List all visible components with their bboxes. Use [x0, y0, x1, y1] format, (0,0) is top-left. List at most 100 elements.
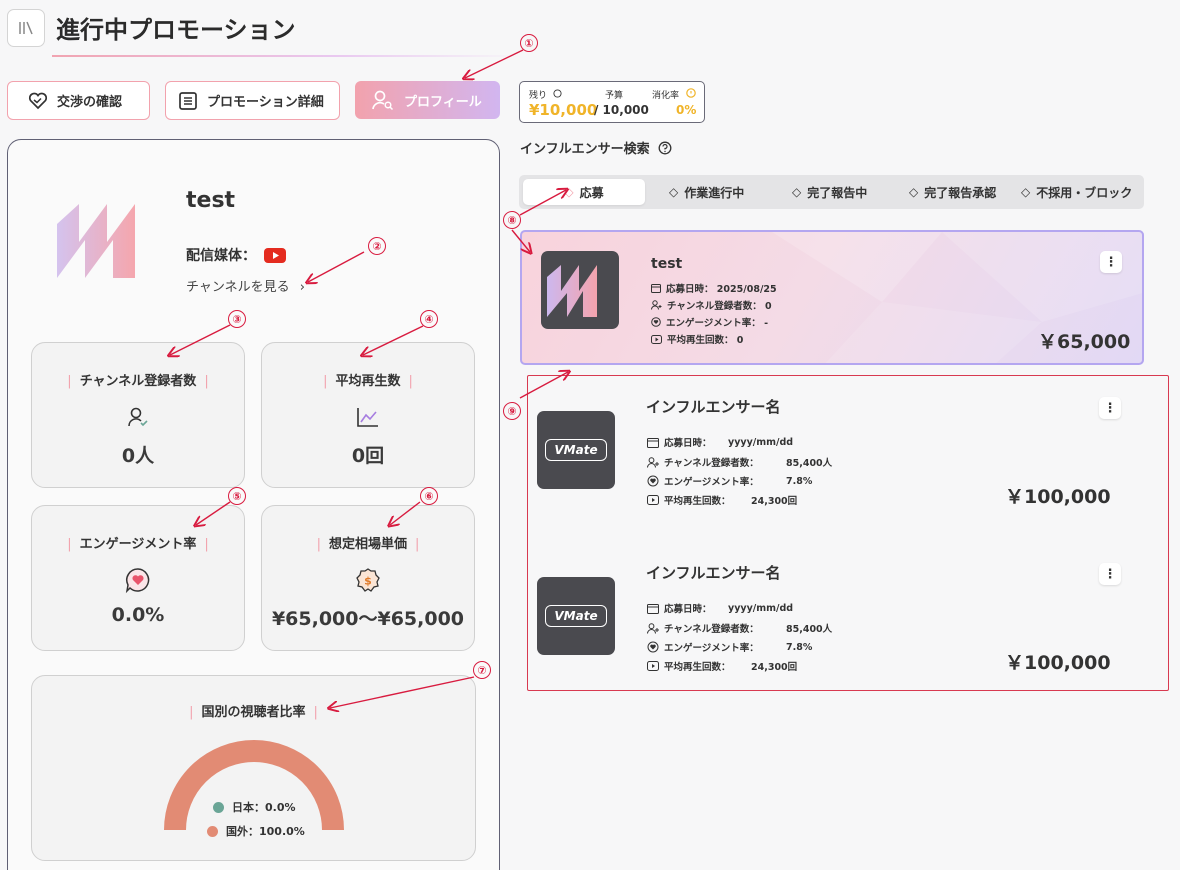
- average-views-label: 平均再生回数：: [664, 496, 731, 507]
- subscriber-count-label: チャンネル登録者数：: [664, 624, 759, 635]
- annotation-2: ②: [368, 237, 386, 255]
- negotiation-tab-button[interactable]: 交渉の確認: [7, 81, 150, 120]
- vmate-logo: VMate: [537, 577, 615, 655]
- more-options-button[interactable]: ⋮: [1099, 397, 1121, 419]
- tab-report-pending-label: 完了報告中: [807, 185, 868, 200]
- handshake-heart-icon: [28, 92, 48, 109]
- legend-dot-japan: [213, 801, 224, 813]
- engagement-rate-label: エンゲージメント率：: [664, 477, 759, 488]
- stat-value: 0.0%: [111, 604, 165, 626]
- donut-slice-1: [164, 740, 344, 831]
- annotation-5: ⑤: [228, 487, 246, 505]
- heart-bubble-icon: [651, 317, 661, 327]
- average-views: 平均再生回数： 24,300回: [647, 493, 797, 507]
- tab-in-progress-label: 作業進行中: [684, 185, 745, 200]
- legend-dot-overseas: [207, 825, 218, 837]
- heart-bubble-icon: [647, 475, 659, 487]
- stat-label: 平均再生数: [262, 370, 474, 389]
- more-options-button[interactable]: ⋮: [1100, 251, 1122, 273]
- stat-value: 0人: [121, 445, 155, 467]
- diamond-icon: ◇: [792, 185, 802, 199]
- kebab-menu-icon: ⋮: [1103, 566, 1117, 582]
- warning-info-icon: [686, 88, 696, 98]
- stat-value: 0回: [351, 445, 385, 467]
- profile-tab-button[interactable]: プロフィール: [355, 81, 500, 119]
- legend-japan: 日本：0.0%: [213, 799, 296, 815]
- card-price: ￥100,000: [1005, 652, 1111, 674]
- dollar-badge-icon: $: [353, 565, 383, 595]
- menu-button[interactable]: [7, 9, 45, 47]
- average-views: 平均再生回数： 24,300回: [647, 659, 797, 673]
- legend-japan-label: 日本：0.0%: [232, 801, 296, 814]
- kebab-menu-icon: ⋮: [1103, 400, 1117, 416]
- vmate-logo-text: VMate: [545, 605, 607, 627]
- heart-bubble-icon: [647, 641, 659, 653]
- average-views-value: 24,300回: [751, 662, 798, 673]
- tab-rejected-blocked-label: 不採用・ブロック: [1036, 185, 1133, 200]
- subscriber-count-text: チャンネル登録者数： 0: [667, 301, 772, 312]
- influencer-name: インフルエンサー名: [646, 398, 781, 416]
- budget-summary: 残り ¥10,000 予算 / 10,000 消化率 0%: [519, 81, 705, 123]
- vmate-logo-text: VMate: [545, 439, 607, 461]
- subscriber-count: チャンネル登録者数： 0: [651, 298, 772, 312]
- promotion-details-tab-label: プロモーション詳細: [207, 95, 324, 110]
- influencer-card-selected[interactable]: test 応募日時： 2025/08/25 チャンネル登録者数： 0 エンゲージ…: [520, 230, 1144, 365]
- info-bubble-icon: [553, 89, 562, 98]
- country-ratio-card: 国別の視聴者比率 日本：0.0% 国外：100.0%: [31, 675, 476, 861]
- annotation-9: ⑨: [503, 402, 521, 420]
- tab-rejected-blocked[interactable]: ◇ 不採用・ブロック: [1021, 179, 1132, 205]
- view-channel-link[interactable]: チャンネルを見る ›: [186, 276, 305, 295]
- application-date-label: 応募日時：: [664, 604, 712, 615]
- annotation-8: ⑧: [503, 211, 521, 229]
- tab-applications[interactable]: ◇ 応募: [523, 179, 645, 205]
- application-date: 応募日時： 2025/08/25: [651, 281, 777, 295]
- vm-brand-logo: [57, 204, 135, 278]
- engagement-rate-value: 7.8%: [786, 475, 813, 487]
- user-check-icon: [123, 402, 153, 432]
- kebab-menu-icon: ⋮: [1104, 254, 1118, 270]
- vm-brand-logo: [547, 265, 597, 317]
- average-views-label: 平均再生回数：: [664, 662, 731, 673]
- application-date: 応募日時： yyyy/mm/dd: [647, 601, 793, 615]
- heart-bubble-icon: [123, 565, 153, 595]
- budget-value: / 10,000: [594, 103, 649, 117]
- line-chart-icon: [353, 402, 383, 432]
- tab-in-progress[interactable]: ◇ 作業進行中: [669, 179, 744, 205]
- average-views: 平均再生回数： 0: [651, 332, 743, 346]
- media-row: 配信媒体：: [186, 245, 286, 265]
- stat-label: エンゲージメント率: [32, 533, 244, 552]
- average-views-card: 平均再生数 0回: [261, 342, 475, 488]
- user-plus-icon: [651, 300, 662, 310]
- youtube-icon[interactable]: [264, 247, 286, 263]
- influencer-avatar: [541, 251, 619, 329]
- engagement-rate: エンゲージメント率： 7.8%: [647, 474, 812, 488]
- annotation-4: ④: [420, 310, 438, 328]
- play-icon: [647, 661, 659, 671]
- engagement-rate-value: 7.8%: [786, 641, 813, 653]
- calendar-icon: [647, 437, 659, 448]
- user-plus-icon: [647, 622, 659, 634]
- consumption-rate-value: 0%: [676, 103, 697, 117]
- title-underline: [52, 55, 522, 57]
- svg-text:$: $: [364, 575, 372, 588]
- application-date-label: 応募日時：: [664, 438, 712, 449]
- engagement-rate: エンゲージメント率： 7.8%: [647, 640, 812, 654]
- country-ratio-chart: [164, 740, 344, 831]
- play-icon: [647, 495, 659, 505]
- application-date-text: 応募日時： 2025/08/25: [666, 284, 777, 295]
- engagement-rate: エンゲージメント率： -: [651, 315, 768, 329]
- consumption-rate-label: 消化率: [652, 91, 680, 101]
- help-icon[interactable]: [658, 141, 672, 155]
- vmate-logo: VMate: [537, 411, 615, 489]
- average-views-value: 24,300回: [751, 496, 798, 507]
- diamond-icon: ◇: [669, 185, 679, 199]
- annotation-3: ③: [228, 310, 246, 328]
- media-label: 配信媒体：: [186, 248, 256, 264]
- application-date: 応募日時： yyyy/mm/dd: [647, 435, 793, 449]
- tab-report-pending[interactable]: ◇ 完了報告中: [792, 179, 867, 205]
- calendar-icon: [651, 284, 661, 293]
- more-options-button[interactable]: ⋮: [1099, 563, 1121, 585]
- tab-report-approved[interactable]: ◇ 完了報告承認: [909, 179, 996, 205]
- profile-tab-label: プロフィール: [404, 94, 482, 110]
- promotion-details-tab-button[interactable]: プロモーション詳細: [165, 81, 340, 120]
